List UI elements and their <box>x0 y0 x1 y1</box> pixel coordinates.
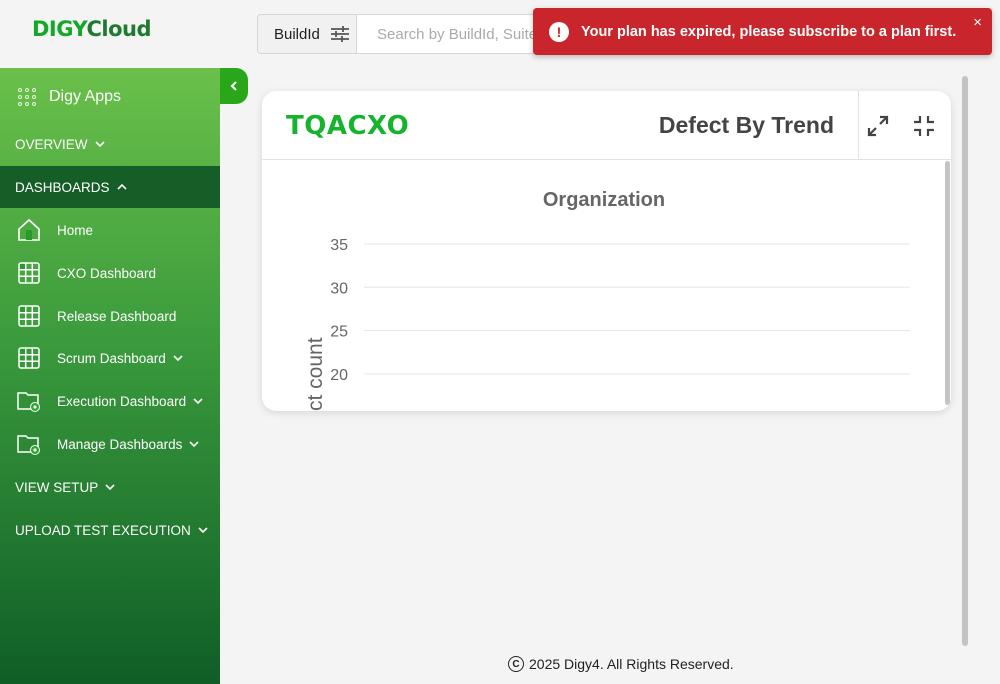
search-input[interactable] <box>357 14 557 54</box>
sidebar-section-dashboards[interactable]: DASHBOARDS <box>0 166 220 208</box>
chevron-down-icon <box>104 483 116 491</box>
apps-grid-icon <box>18 88 36 106</box>
page-scrollbar[interactable] <box>962 76 968 646</box>
sidebar-item-label: Home <box>57 222 94 238</box>
chevron-down-icon <box>197 526 209 534</box>
project-name: TQACXO <box>286 111 410 141</box>
header-divider <box>858 91 859 160</box>
sliders-icon <box>330 26 349 42</box>
brand-logo-part2: Cloud <box>86 17 152 41</box>
y-axis-label: ct count <box>304 337 327 411</box>
section-label: UPLOAD TEST EXECUTION <box>15 522 191 538</box>
grid-icon <box>16 345 42 371</box>
brand-logo[interactable]: DIGYCloud <box>32 17 152 41</box>
sidebar-item-label: Manage Dashboards <box>57 436 183 452</box>
folder-gear-icon <box>16 431 42 457</box>
digy-apps-label: Digy Apps <box>49 88 122 105</box>
sidebar-item-scrum-dashboard[interactable]: Scrum Dashboard <box>0 337 220 379</box>
sidebar-item-label: Release Dashboard <box>57 308 177 324</box>
footer-text: 2025 Digy4. All Rights Reserved. <box>529 656 734 672</box>
filter-label: BuildId <box>274 25 320 43</box>
footer: C 2025 Digy4. All Rights Reserved. <box>508 656 734 672</box>
sidebar-section-view-setup[interactable]: VIEW SETUP <box>0 466 220 508</box>
plan-expired-toast: ! Your plan has expired, please subscrib… <box>533 8 992 55</box>
buildid-filter-button[interactable]: BuildId <box>257 14 357 54</box>
chevron-down-icon <box>188 440 200 448</box>
collapse-icon[interactable] <box>912 114 936 138</box>
card-header: TQACXO Defect By Trend <box>262 91 951 160</box>
chevron-down-icon <box>192 397 204 405</box>
chevron-left-icon <box>230 81 237 91</box>
sidebar-item-label: CXO Dashboard <box>57 265 157 281</box>
sidebar-item-cxo-dashboard[interactable]: CXO Dashboard <box>0 252 220 294</box>
sidebar-item-release-dashboard[interactable]: Release Dashboard <box>0 295 220 337</box>
folder-gear-icon <box>16 388 42 414</box>
chevron-up-icon <box>116 183 128 191</box>
section-label: VIEW SETUP <box>15 479 99 495</box>
sidebar-item-label: Scrum Dashboard <box>57 350 166 366</box>
expand-icon[interactable] <box>866 114 890 138</box>
home-icon <box>16 217 42 243</box>
y-tick-label: 35 <box>330 237 348 254</box>
chart-title: Organization <box>543 189 665 211</box>
chevron-down-icon <box>172 354 184 362</box>
card-title: Defect By Trend <box>658 112 834 138</box>
section-label: DASHBOARDS <box>15 179 110 195</box>
sidebar-item-label: Execution Dashboard <box>57 393 187 409</box>
digy-apps-menu[interactable]: Digy Apps <box>0 78 220 116</box>
y-tick-label: 20 <box>330 367 348 384</box>
grid-icon <box>16 260 42 286</box>
sidebar-item-execution-dashboard[interactable]: Execution Dashboard <box>0 380 220 422</box>
y-tick-label: 30 <box>330 280 348 297</box>
toast-message: Your plan has expired, please subscribe … <box>581 23 957 40</box>
sidebar-section-overview[interactable]: OVERVIEW <box>0 123 220 165</box>
defect-trend-card: TQACXO Defect By Trend Organization 35 30… <box>262 91 951 411</box>
brand-logo-part1: DIGY <box>32 17 87 41</box>
sidebar: Digy Apps OVERVIEW DASHBOARDS Home CXO D… <box>0 68 220 684</box>
alert-icon: ! <box>549 21 569 42</box>
card-scrollbar[interactable] <box>945 161 950 405</box>
sidebar-section-upload-test-execution[interactable]: UPLOAD TEST EXECUTION <box>0 509 220 551</box>
defect-trend-chart: Organization 35 30 25 20 ct count <box>304 189 910 411</box>
sidebar-collapse-button[interactable] <box>220 68 248 104</box>
chevron-down-icon <box>94 140 106 148</box>
sidebar-item-home[interactable]: Home <box>0 209 220 251</box>
y-tick-label: 25 <box>330 324 348 341</box>
section-label: OVERVIEW <box>15 136 88 152</box>
copyright-icon: C <box>508 656 524 672</box>
close-icon[interactable]: × <box>973 14 982 31</box>
sidebar-item-manage-dashboards[interactable]: Manage Dashboards <box>0 423 220 465</box>
grid-icon <box>16 303 42 329</box>
